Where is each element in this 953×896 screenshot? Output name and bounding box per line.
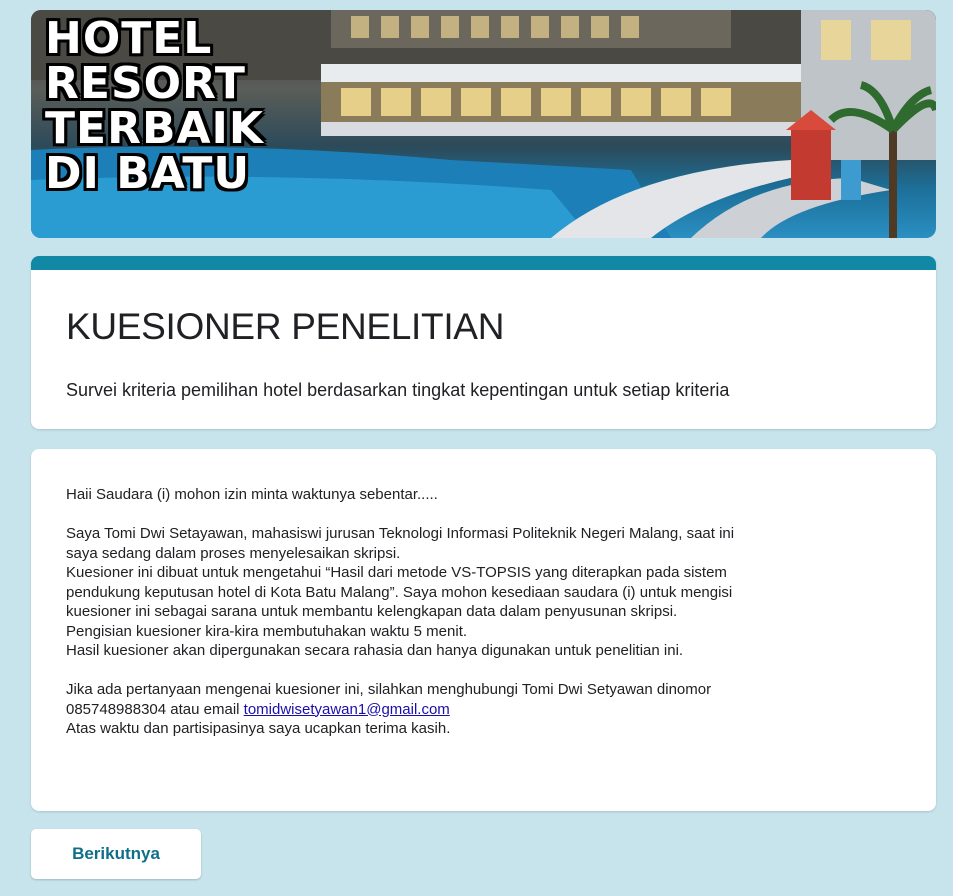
banner-line-3: TERBAIK xyxy=(45,103,265,154)
description-line: pendukung keputusan hotel di Kota Batu M… xyxy=(66,583,733,601)
form-description-card: Haii Saudara (i) mohon izin minta waktun… xyxy=(31,449,936,811)
header-banner-image: HOTEL RESORT TERBAIK DI BATU xyxy=(31,10,936,238)
banner-title: HOTEL RESORT TERBAIK DI BATU xyxy=(45,16,264,196)
greeting-text: Haii Saudara (i) mohon izin minta waktun… xyxy=(66,486,438,503)
next-button[interactable]: Berikutnya xyxy=(31,829,201,879)
banner-line-2: RESORT xyxy=(45,58,246,109)
email-link[interactable]: tomidwisetyawan1@gmail.com xyxy=(244,701,450,718)
form-title-card: KUESIONER PENELITIAN Survei kriteria pem… xyxy=(31,256,936,429)
form-subtitle: Survei kriteria pemilihan hotel berdasar… xyxy=(66,380,730,400)
banner-line-1: HOTEL xyxy=(45,13,213,64)
description-line: Kuesioner ini dibuat untuk mengetahui “H… xyxy=(66,564,727,581)
form-page: HOTEL RESORT TERBAIK DI BATU KUESIONER P… xyxy=(31,10,936,879)
banner-line-4: DI BATU xyxy=(45,148,251,199)
description-line: saya sedang dalam proses menyelesaikan s… xyxy=(66,544,401,562)
description-line: kuesioner ini sebagai sarana untuk memba… xyxy=(66,603,678,620)
description-line: Pengisian kuesioner kira-kira membutuhak… xyxy=(66,622,468,640)
contact-line: 085748988304 atau email tomidwisetyawan1… xyxy=(66,700,901,720)
contact-line: Jika ada pertanyaan mengenai kuesioner i… xyxy=(66,681,712,698)
form-title: KUESIONER PENELITIAN xyxy=(66,306,505,347)
description-line: Hasil kuesioner akan dipergunakan secara… xyxy=(66,642,684,659)
phone-text: 085748988304 atau email xyxy=(66,700,244,718)
description-line: Saya Tomi Dwi Setayawan, mahasiswi jurus… xyxy=(66,525,735,542)
closing-line: Atas waktu dan partisipasinya saya ucapk… xyxy=(66,720,451,737)
